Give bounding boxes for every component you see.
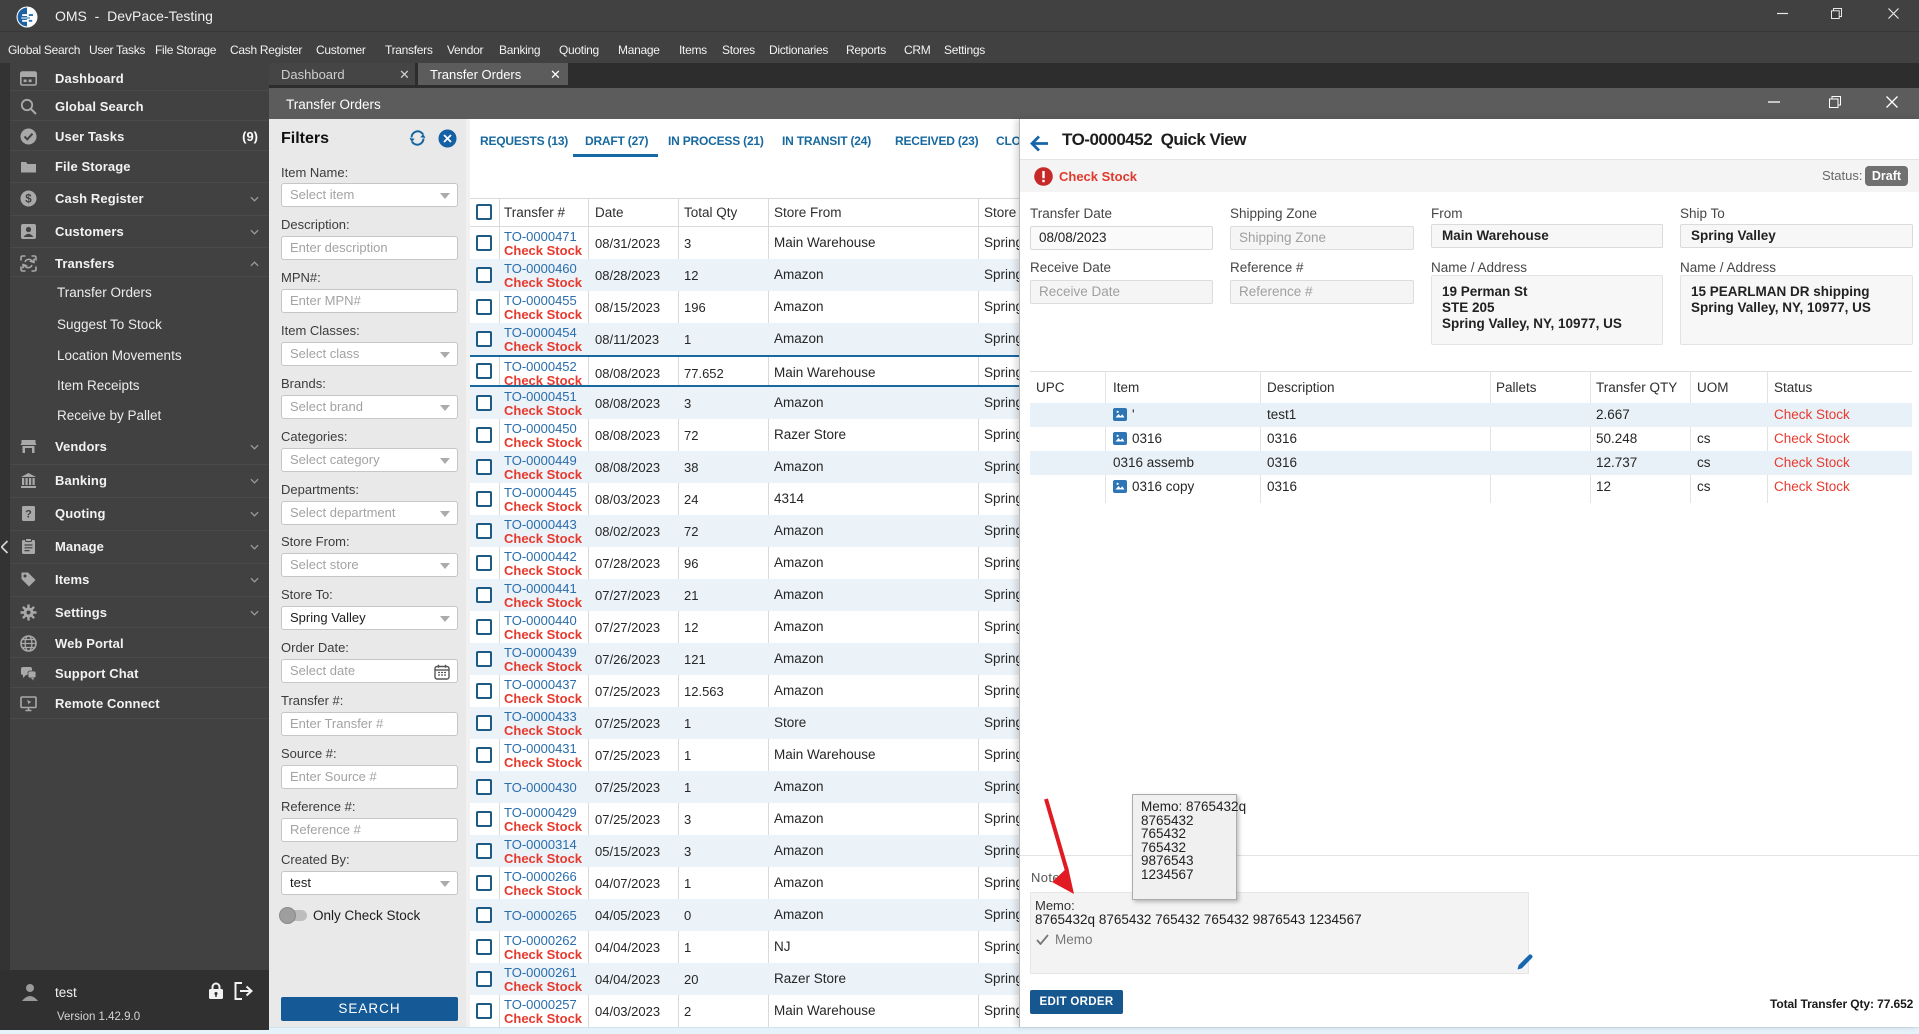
- svg-text:$: $: [25, 194, 32, 206]
- svg-text:?: ?: [25, 509, 32, 521]
